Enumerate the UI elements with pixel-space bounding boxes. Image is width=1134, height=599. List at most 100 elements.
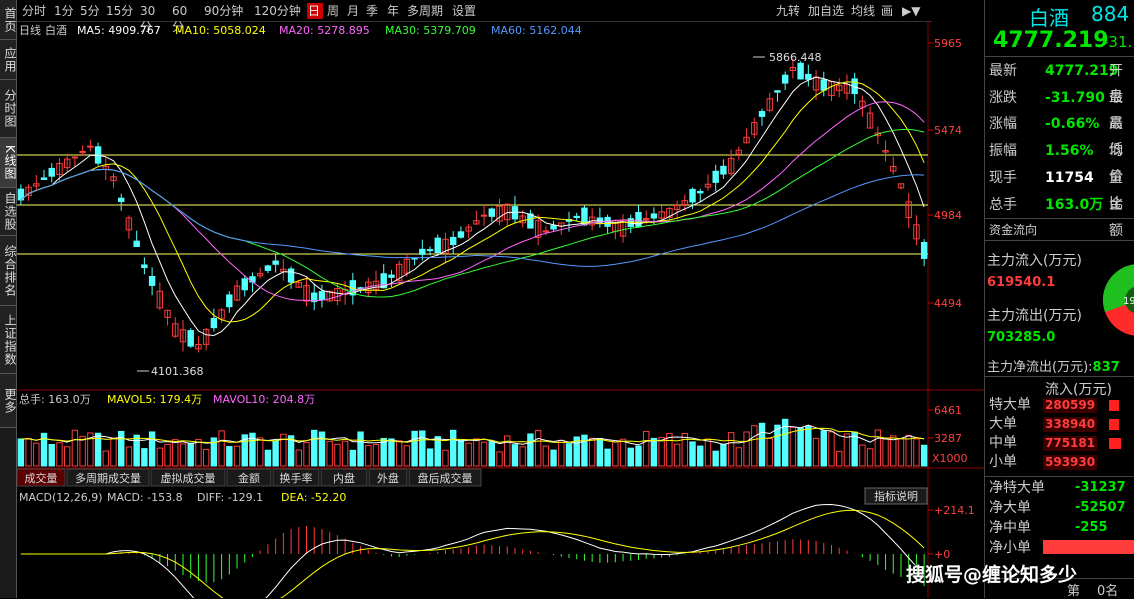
index-code: 884 [1091, 2, 1130, 26]
period-4[interactable]: 30分 [139, 3, 167, 34]
vol-tab-6[interactable]: 外盘 [377, 471, 399, 485]
net-value: -52507 [1075, 500, 1126, 515]
period-13[interactable]: 多周期 [406, 3, 446, 19]
index-price: 4777.219 [993, 28, 1109, 53]
period-7[interactable]: 120分钟 [253, 3, 303, 19]
volume-bar [643, 430, 650, 467]
candle-body [411, 257, 418, 260]
dea-value: DEA: -52.20 [281, 491, 346, 504]
price-axis-label: 4494 [934, 297, 962, 310]
period-3[interactable]: 15分 [105, 3, 135, 19]
candle-body [71, 156, 79, 159]
vol-tab-3[interactable]: 金额 [238, 471, 260, 485]
vol-tab-2[interactable]: 虚拟成交量 [161, 471, 216, 485]
period-2[interactable]: 5分 [79, 3, 101, 19]
low-annotation: 4101.368 [151, 365, 204, 378]
side-tab-bar: 首页 应用 分时图 K线图 自选股 综合排名 上证指数 更多 [0, 0, 17, 598]
side-tab-watchlist[interactable]: 自选股 [0, 188, 17, 236]
candle-body [87, 145, 94, 148]
flow-bar [1109, 438, 1121, 449]
volume-bar [774, 424, 781, 467]
volume-bar [905, 434, 912, 467]
volume-bar [534, 429, 542, 467]
quote-row: 最新 4777.219 开盘 [987, 58, 1134, 105]
side-tab-home[interactable]: 首页 [0, 0, 17, 40]
volume-bar [318, 431, 326, 467]
flow-key: 小单 [989, 454, 1017, 470]
side-tab-kline[interactable]: K线图 [0, 138, 17, 188]
volume-bar [488, 441, 496, 467]
volume-bar [519, 446, 526, 467]
side-tab-app[interactable]: 应用 [0, 40, 17, 80]
main-outflow-label: 主力流出(万元) [987, 308, 1082, 324]
volume-bar [681, 433, 689, 467]
period-11[interactable]: 季 [365, 3, 382, 19]
volume-bar [558, 439, 565, 467]
volume-bar [133, 434, 140, 467]
quote-row: 振幅 1.56% 均价 [987, 138, 1134, 185]
candle-body [720, 165, 727, 175]
candle-body [241, 278, 248, 291]
volume-bar [805, 425, 812, 467]
vol-axis-label: 3287 [934, 432, 962, 445]
volume-bar [843, 433, 851, 467]
volume-bar [820, 430, 827, 467]
vol-tab-1[interactable]: 多周期成交量 [75, 471, 141, 485]
net-value: -255 [1075, 520, 1108, 535]
candle-body [287, 268, 295, 283]
candle-body [689, 188, 696, 203]
fund-flow-title: 资金流向 [989, 223, 1038, 237]
volume-bar [17, 438, 25, 467]
ma20-label: MA20: 5278.895 [279, 24, 370, 37]
volume-bar [349, 449, 357, 467]
candle-body [48, 167, 55, 177]
vol-tab-0[interactable]: 成交量 [25, 471, 58, 485]
volume-bar [365, 445, 372, 467]
vol-tab-4[interactable]: 换手率 [280, 471, 313, 485]
candle-body [573, 215, 580, 219]
side-tab-timeshare[interactable]: 分时图 [0, 80, 17, 138]
side-tab-more[interactable]: 更多 [0, 374, 17, 428]
period-12[interactable]: 年 [386, 3, 402, 19]
volume-bar [712, 450, 719, 467]
period-10[interactable]: 月 [346, 3, 362, 19]
candle-body [141, 264, 148, 269]
price-axis-label: 4984 [934, 209, 962, 222]
quote-row: 总手 163.0万 金额 [987, 192, 1134, 239]
period-14[interactable]: 设置 [451, 3, 481, 19]
tool-2[interactable]: 均线 [850, 3, 876, 19]
volume-bar [619, 438, 627, 467]
period-8[interactable]: 日 [307, 3, 323, 19]
volume-bar [920, 444, 928, 467]
volume-bar [110, 437, 117, 467]
volume-bar [156, 447, 164, 467]
vol-tab-5[interactable]: 内盘 [333, 471, 355, 485]
vol-tab-7[interactable]: 盘后成交量 [418, 471, 473, 485]
volume-bar [743, 431, 750, 467]
volume-bar [496, 451, 503, 467]
volume-bar [890, 435, 897, 467]
period-0[interactable]: 分时 [21, 3, 49, 19]
volume-bar [604, 448, 611, 467]
macd-help-button[interactable]: 指标说明 [874, 489, 918, 503]
side-tab-rank[interactable]: 综合排名 [0, 236, 17, 306]
kline-chart[interactable]: 5965 5474 4984 4494 日线 白酒 MA5: 4909.767 MA10: 5… [17, 22, 984, 598]
toolbar-collapse-icon[interactable]: ▶▼ [901, 3, 921, 19]
tool-3[interactable]: 画 [880, 3, 894, 19]
tool-1[interactable]: 加自选 [807, 3, 845, 19]
period-9[interactable]: 周 [326, 3, 342, 19]
side-tab-index[interactable]: 上证指数 [0, 306, 17, 374]
net-row: 净特大单 -31237 [987, 478, 1134, 498]
volume-bar [63, 446, 71, 467]
period-toolbar: 分时 1分 5分 15分 30分 60分 90分钟 120分钟日周月季年多周期 设置 九转 加自选均… [17, 0, 932, 34]
volume-bar [334, 443, 341, 467]
quote-key: 总手 [989, 196, 1017, 213]
quote-key: 最新 [989, 63, 1017, 79]
ma-name-label: 白酒 [45, 23, 67, 37]
period-1[interactable]: 1分 [53, 3, 75, 19]
period-6[interactable]: 90分钟 [203, 3, 249, 19]
flow-value: 593930 [1043, 455, 1098, 470]
period-5[interactable]: 60分 [171, 3, 199, 34]
tool-0[interactable]: 九转 [775, 3, 801, 19]
main-inflow-value: 619540.1 [987, 275, 1056, 290]
